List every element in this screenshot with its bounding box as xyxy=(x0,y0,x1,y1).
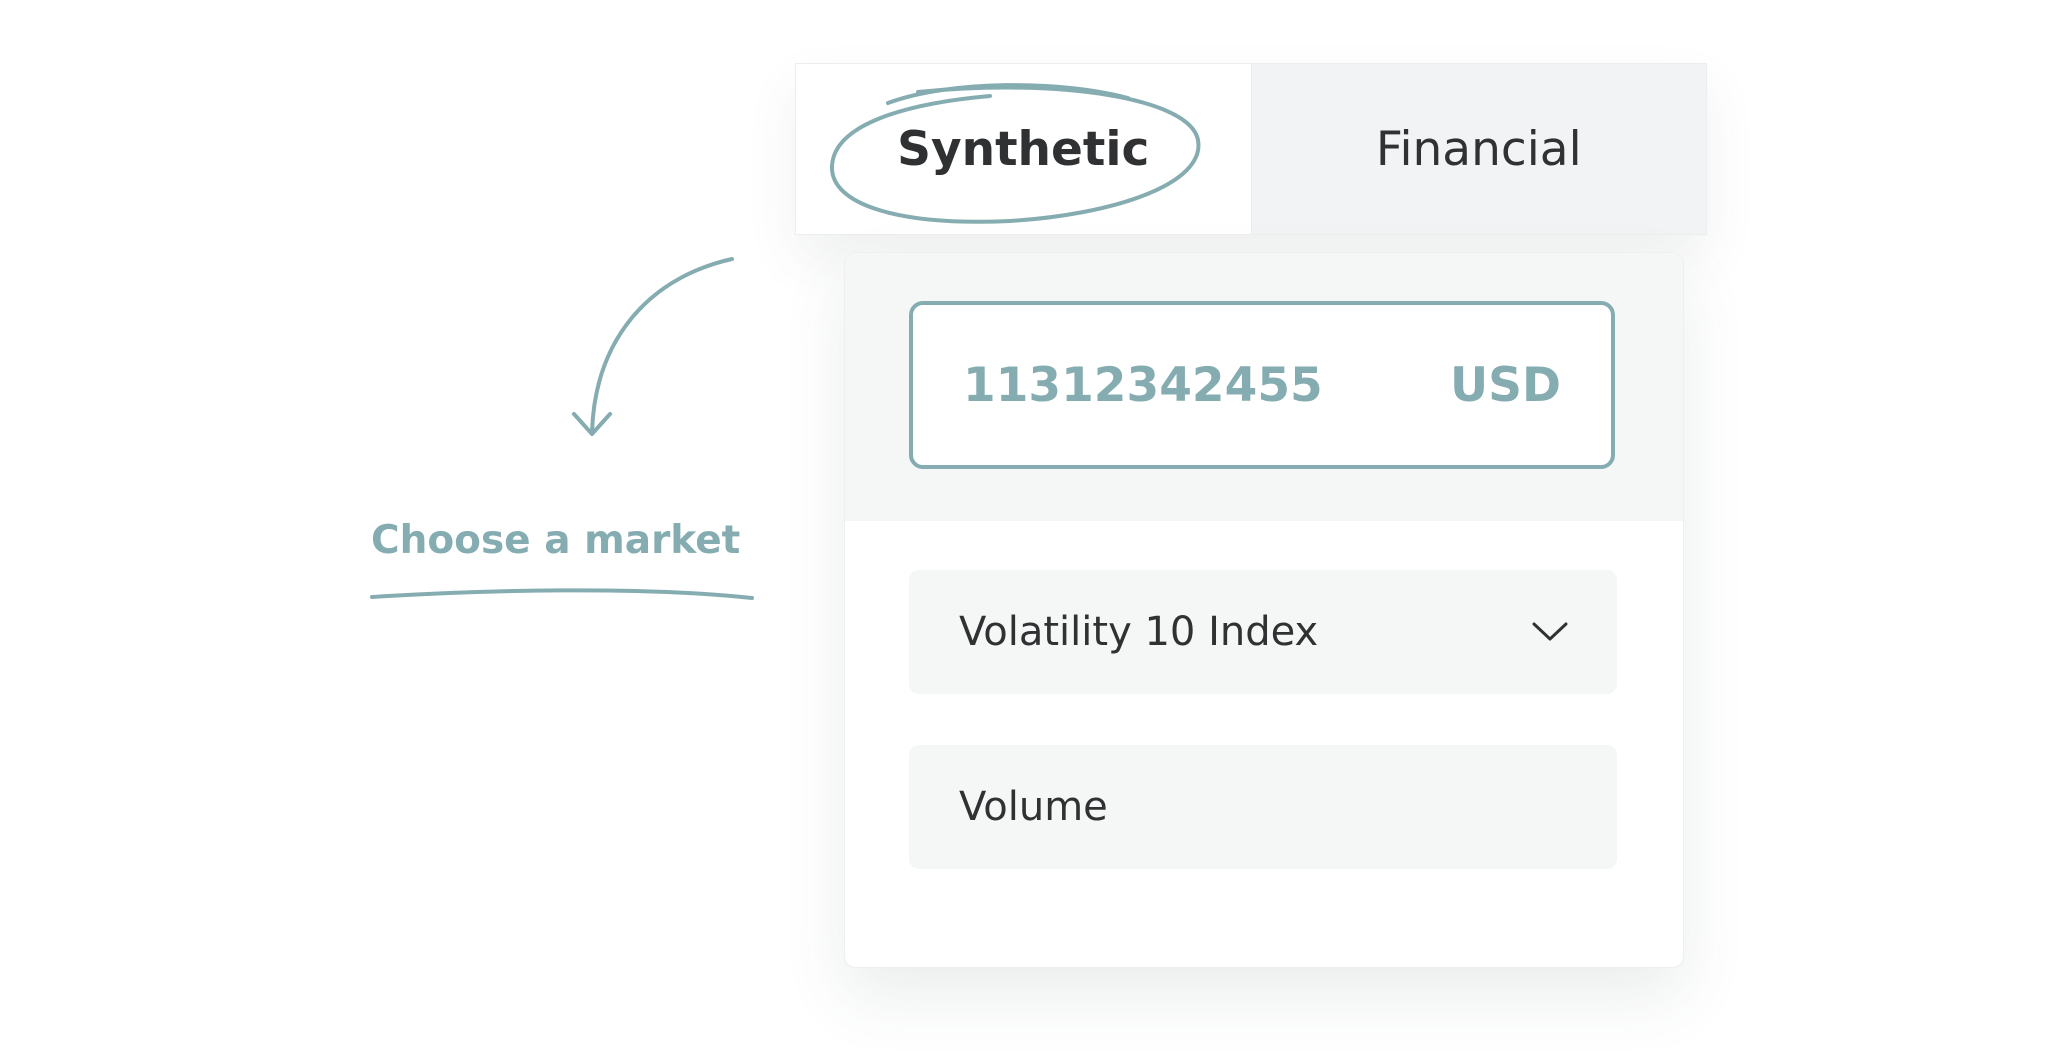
tab-financial-label: Financial xyxy=(1375,121,1582,177)
stage: Synthetic Financial 11312342455 USD Vola… xyxy=(0,0,2070,1056)
underline-stroke xyxy=(370,588,754,600)
tab-synthetic-label: Synthetic xyxy=(897,121,1150,177)
curved-arrow-icon xyxy=(572,257,734,436)
